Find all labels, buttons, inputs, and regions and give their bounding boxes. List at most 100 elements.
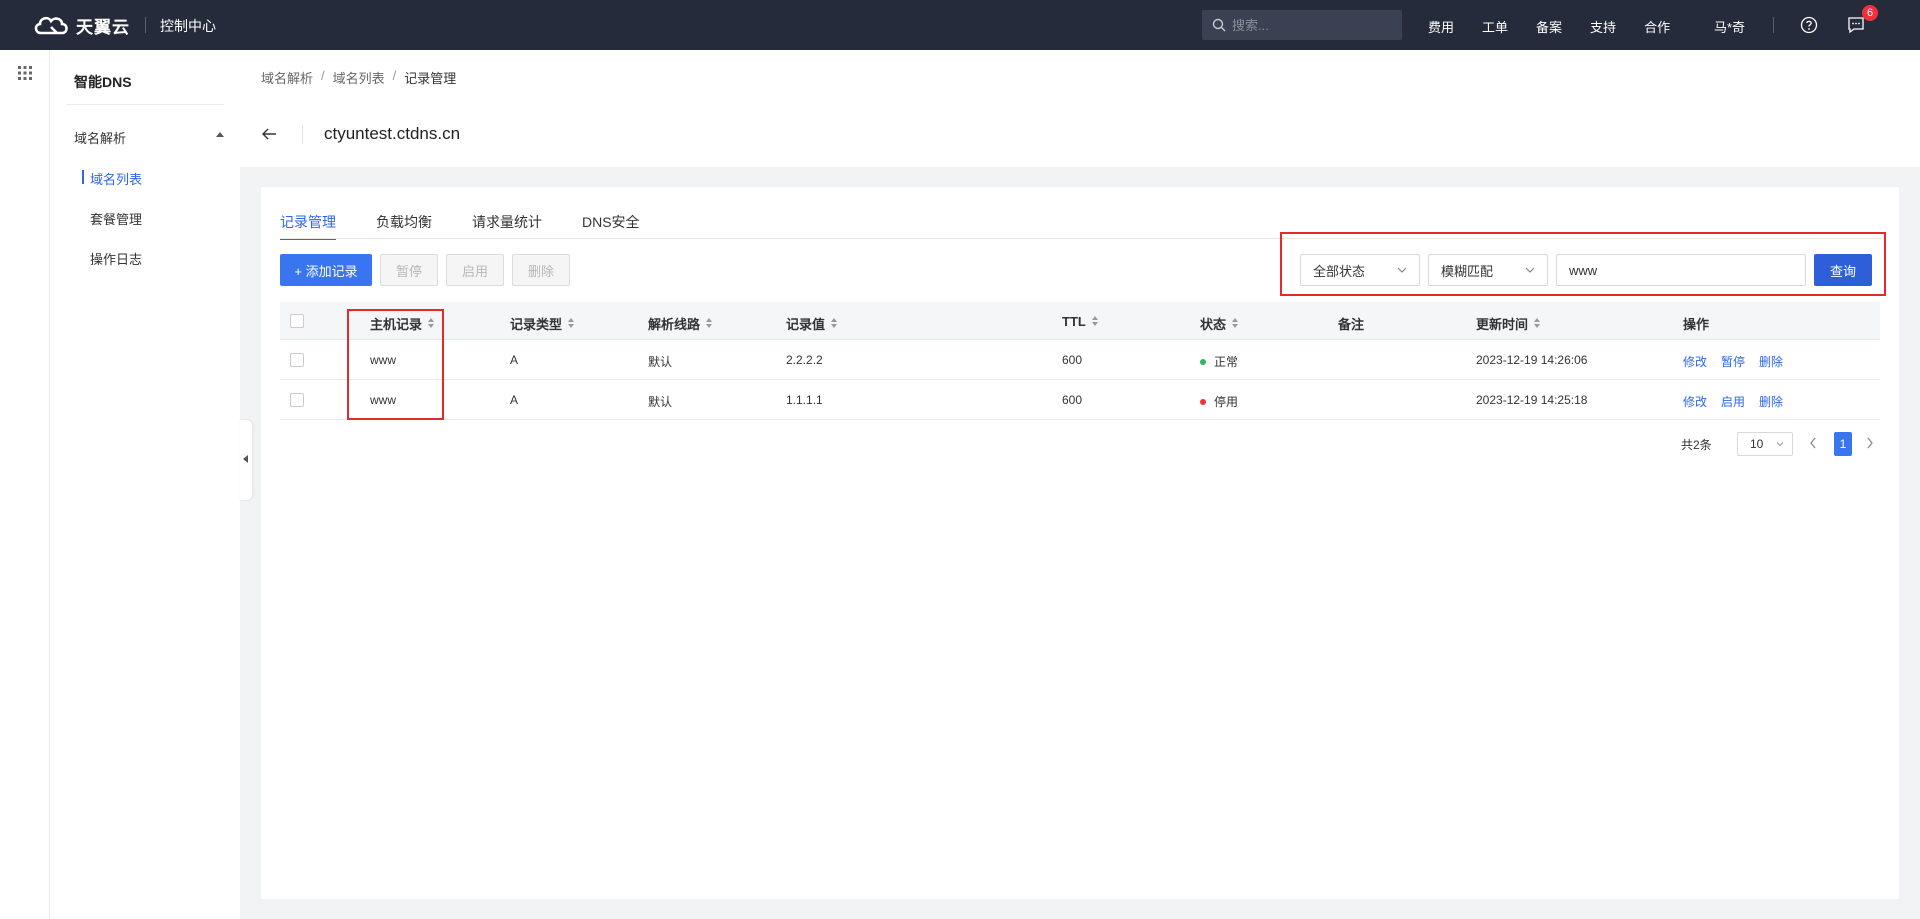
page-number-button[interactable]: 1 <box>1834 432 1852 456</box>
global-search-input[interactable] <box>1232 17 1392 33</box>
top-bar: 天翼云 控制中心 费用 工单 备案 支持 合作 马*奇 6 <box>0 0 1920 50</box>
edit-link[interactable]: 修改 <box>1683 353 1707 370</box>
page-size-value: 10 <box>1750 437 1764 451</box>
delete-button[interactable]: 删除 <box>512 254 570 286</box>
cell-line: 默认 <box>648 395 673 409</box>
top-link-billing[interactable]: 费用 <box>1428 17 1454 36</box>
top-link-filing[interactable]: 备案 <box>1536 17 1562 36</box>
cell-updated: 2023-12-19 14:26:06 <box>1476 353 1588 367</box>
row-checkbox[interactable] <box>290 353 304 367</box>
chevron-down-icon <box>1776 442 1784 447</box>
breadcrumb: 域名解析 / 域名列表 / 记录管理 <box>261 68 456 87</box>
column-header-value[interactable]: 记录值 <box>786 314 838 333</box>
global-search[interactable] <box>1202 10 1402 40</box>
breadcrumb-item-domain-resolution[interactable]: 域名解析 <box>261 68 313 87</box>
tab-dns-security[interactable]: DNS安全 <box>582 212 640 240</box>
delete-link[interactable]: 删除 <box>1759 353 1783 370</box>
sidebar-item-operation-log[interactable]: 操作日志 <box>90 249 142 268</box>
match-mode-value: 模糊匹配 <box>1441 263 1494 279</box>
top-link-support[interactable]: 支持 <box>1590 17 1616 36</box>
prev-page-icon[interactable] <box>1808 436 1818 453</box>
match-mode-select[interactable]: 模糊匹配 <box>1428 254 1548 286</box>
sort-icon[interactable] <box>706 318 713 329</box>
product-rail <box>0 50 50 919</box>
sort-icon[interactable] <box>1232 318 1239 329</box>
breadcrumb-item-domain-list[interactable]: 域名列表 <box>333 68 385 87</box>
select-all-checkbox[interactable] <box>290 314 304 328</box>
keyword-search-input[interactable] <box>1556 254 1806 286</box>
host-column-highlight-box <box>347 309 444 420</box>
nav-group-domain-resolution[interactable]: 域名解析 <box>74 128 224 147</box>
column-header-updated[interactable]: 更新时间 <box>1476 314 1541 333</box>
column-label: TTL <box>1062 314 1086 329</box>
enable-button[interactable]: 启用 <box>446 254 504 286</box>
row-checkbox[interactable] <box>290 393 304 407</box>
apps-grid-icon[interactable] <box>18 66 32 83</box>
column-label: 更新时间 <box>1476 317 1529 332</box>
sidebar-item-domain-list[interactable]: 域名列表 <box>81 169 142 188</box>
top-divider <box>145 17 146 33</box>
top-divider-2 <box>1773 17 1774 33</box>
top-link-ticket[interactable]: 工单 <box>1482 17 1508 36</box>
top-links: 费用 工单 备案 支持 合作 <box>1428 17 1698 36</box>
brand-name: 天翼云 <box>76 17 130 37</box>
column-header-actions: 操作 <box>1683 314 1709 333</box>
status-label: 停用 <box>1214 395 1239 409</box>
cell-value: 1.1.1.1 <box>786 393 823 407</box>
table-header: 主机记录 记录类型 解析线路 记录值 TTL 状态 备注 更新时间 操作 <box>280 302 1880 340</box>
cell-type: A <box>510 353 519 367</box>
page-title: ctyuntest.ctdns.cn <box>324 124 461 143</box>
column-label: 记录值 <box>786 317 826 332</box>
status-dot-icon <box>1200 358 1206 365</box>
enable-link[interactable]: 启用 <box>1721 393 1745 410</box>
tab-record-management[interactable]: 记录管理 <box>280 212 336 240</box>
brand-logo[interactable]: 天翼云 <box>32 10 130 40</box>
sort-icon[interactable] <box>1091 316 1099 327</box>
sort-icon[interactable] <box>568 318 575 329</box>
sort-icon[interactable] <box>1534 318 1541 329</box>
cell-ttl: 600 <box>1062 393 1083 407</box>
total-count: 共2条 <box>1681 438 1712 452</box>
table-row: www A 默认 1.1.1.1 600 停用 2023-12-19 14:25… <box>280 380 1880 420</box>
tab-bar: 记录管理 负载均衡 请求量统计 DNS安全 <box>280 212 680 240</box>
next-page-icon[interactable] <box>1865 436 1875 453</box>
pause-link[interactable]: 暂停 <box>1721 353 1745 370</box>
side-nav-divider <box>66 104 224 105</box>
cell-status: 正常 <box>1200 353 1238 370</box>
tab-request-statistics[interactable]: 请求量统计 <box>472 212 542 240</box>
add-record-button[interactable]: + 添加记录 <box>280 254 372 286</box>
top-link-partner[interactable]: 合作 <box>1644 17 1670 36</box>
column-header-line[interactable]: 解析线路 <box>648 314 713 333</box>
column-label: 解析线路 <box>648 317 701 332</box>
breadcrumb-separator: / <box>392 68 397 83</box>
column-header-type[interactable]: 记录类型 <box>510 314 575 333</box>
message-count-badge: 6 <box>1862 5 1878 21</box>
user-name[interactable]: 马*奇 <box>1714 17 1745 36</box>
console-title[interactable]: 控制中心 <box>160 16 216 36</box>
sidebar-item-plan-management[interactable]: 套餐管理 <box>90 209 142 228</box>
edit-link[interactable]: 修改 <box>1683 393 1707 410</box>
back-arrow-icon[interactable] <box>261 127 277 144</box>
page-size-select[interactable]: 10 <box>1737 432 1793 456</box>
status-filter-select[interactable]: 全部状态 <box>1300 254 1420 286</box>
chevron-down-icon <box>1525 267 1535 273</box>
sidebar-collapse-toggle[interactable] <box>240 420 252 500</box>
column-label: 备注 <box>1338 317 1365 332</box>
tab-load-balancing[interactable]: 负载均衡 <box>376 212 432 240</box>
status-label: 正常 <box>1214 355 1239 369</box>
search-icon <box>1212 18 1226 32</box>
column-header-status[interactable]: 状态 <box>1200 314 1239 333</box>
pause-button[interactable]: 暂停 <box>380 254 438 286</box>
message-icon[interactable] <box>1847 16 1865 37</box>
column-header-ttl[interactable]: TTL <box>1062 314 1099 329</box>
product-title: 智能DNS <box>74 74 132 90</box>
status-filter-value: 全部状态 <box>1313 263 1366 279</box>
column-label: 操作 <box>1683 317 1710 332</box>
cell-ttl: 600 <box>1062 353 1083 367</box>
query-button[interactable]: 查询 <box>1814 254 1872 286</box>
sort-icon[interactable] <box>831 318 838 329</box>
nav-group-label: 域名解析 <box>74 131 127 146</box>
breadcrumb-separator: / <box>321 68 325 83</box>
help-icon[interactable] <box>1800 16 1818 37</box>
delete-link[interactable]: 删除 <box>1759 393 1783 410</box>
